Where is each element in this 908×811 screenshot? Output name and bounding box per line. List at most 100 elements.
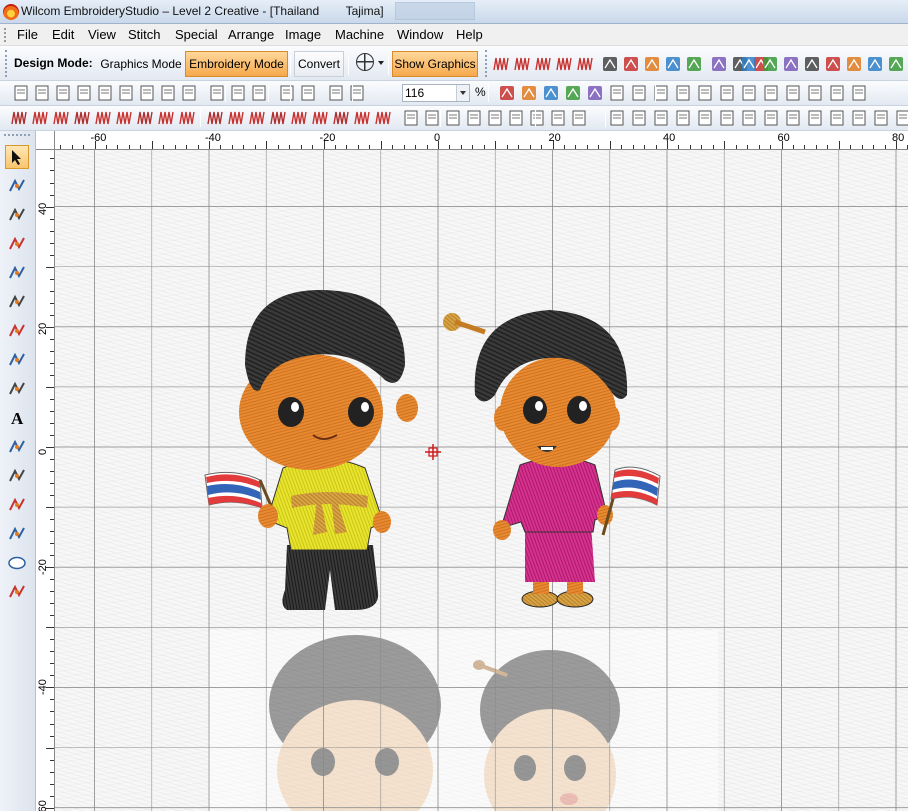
menu-special[interactable]: Special [175, 27, 218, 42]
arrange-icon[interactable] [828, 109, 846, 127]
chevron-down-icon[interactable] [378, 61, 384, 65]
appliqué-icon[interactable] [5, 522, 29, 546]
menu-edit[interactable]: Edit [52, 27, 74, 42]
stitch-type-icon[interactable] [374, 109, 392, 127]
toolbar-tool-icon[interactable] [866, 55, 884, 73]
zoom-icon[interactable] [327, 84, 345, 102]
paste-icon[interactable] [250, 84, 268, 102]
toolbar-tool-icon[interactable] [824, 55, 842, 73]
menu-image[interactable]: Image [285, 27, 321, 42]
needle-icon[interactable] [542, 84, 560, 102]
redo-icon[interactable] [299, 84, 317, 102]
save-icon[interactable] [54, 84, 72, 102]
toolbar-tool-icon[interactable] [534, 55, 552, 73]
arrange-icon[interactable] [674, 109, 692, 127]
badge-icon[interactable] [5, 464, 29, 488]
column-line-icon[interactable] [5, 348, 29, 372]
zoom-combo[interactable] [402, 84, 470, 102]
toolbar-tool-icon[interactable] [887, 55, 905, 73]
arrange-icon[interactable] [630, 109, 648, 127]
arrange-icon[interactable] [696, 109, 714, 127]
graphics-mode-button[interactable]: Graphics Mode [98, 51, 184, 77]
measure-icon[interactable] [159, 84, 177, 102]
color-chip-icon[interactable] [850, 84, 868, 102]
stitch-type-icon[interactable] [227, 109, 245, 127]
stitch-type-icon[interactable] [507, 109, 525, 127]
stitch-type-icon[interactable] [423, 109, 441, 127]
arrange-icon[interactable] [872, 109, 890, 127]
layers-icon[interactable] [608, 84, 626, 102]
reshape-icon[interactable] [5, 174, 29, 198]
save-as-icon[interactable] [75, 84, 93, 102]
toolbar-tool-icon[interactable] [761, 55, 779, 73]
export-icon[interactable] [180, 84, 198, 102]
toolbar-tool-icon[interactable] [492, 55, 510, 73]
stitch-type-icon[interactable] [31, 109, 49, 127]
toolbar-tool-icon[interactable] [782, 55, 800, 73]
grid-toggle-icon[interactable] [498, 84, 516, 102]
ellipse-icon[interactable] [5, 551, 29, 575]
toolbar-tool-icon[interactable] [622, 55, 640, 73]
arrange-icon[interactable] [894, 109, 908, 127]
run-line-icon[interactable] [5, 319, 29, 343]
color-chip-icon[interactable] [828, 84, 846, 102]
menu-machine[interactable]: Machine [335, 27, 384, 42]
stitch-type-icon[interactable] [94, 109, 112, 127]
stitch-type-icon[interactable] [73, 109, 91, 127]
stitch-type-icon[interactable] [353, 109, 371, 127]
show-graphics-button[interactable]: Show Graphics [392, 51, 478, 77]
stitch-type-icon[interactable] [10, 109, 28, 127]
menu-stitch[interactable]: Stitch [128, 27, 161, 42]
find-icon[interactable] [138, 84, 156, 102]
lettering-icon[interactable]: A [5, 406, 29, 430]
toolbar-tool-icon[interactable] [803, 55, 821, 73]
new-file-icon[interactable] [12, 84, 30, 102]
align-icon[interactable] [696, 84, 714, 102]
girl-embroidery[interactable] [443, 310, 661, 608]
design-canvas[interactable] [55, 150, 908, 811]
convert-button[interactable]: Convert [294, 51, 344, 77]
menu-view[interactable]: View [88, 27, 116, 42]
stitch-type-icon[interactable] [157, 109, 175, 127]
toolbar-tool-icon[interactable] [845, 55, 863, 73]
align-icon[interactable] [718, 84, 736, 102]
align-icon[interactable] [740, 84, 758, 102]
align-icon[interactable] [806, 84, 824, 102]
zoom-search-icon[interactable] [348, 84, 366, 102]
stitch-type-icon[interactable] [332, 109, 350, 127]
toolbar-tool-icon[interactable] [643, 55, 661, 73]
toolbar-tool-icon[interactable] [710, 55, 728, 73]
arrange-icon[interactable] [740, 109, 758, 127]
arrange-icon[interactable] [850, 109, 868, 127]
align-icon[interactable] [762, 84, 780, 102]
stitch-type-icon[interactable] [290, 109, 308, 127]
reshape-nodes-icon[interactable] [5, 290, 29, 314]
stitch-type-icon[interactable] [444, 109, 462, 127]
wilcom-flame-icon[interactable] [3, 4, 19, 20]
arrange-icon[interactable] [762, 109, 780, 127]
select-object-icon[interactable] [5, 145, 29, 169]
menu-arrange[interactable]: Arrange [228, 27, 274, 42]
arc-icon[interactable] [5, 377, 29, 401]
stitch-type-icon[interactable] [528, 109, 546, 127]
stitch-type-icon[interactable] [115, 109, 133, 127]
stitch-type-icon[interactable] [402, 109, 420, 127]
stitch-type-icon[interactable] [269, 109, 287, 127]
open-folder-icon[interactable] [33, 84, 51, 102]
arrange-icon[interactable] [652, 109, 670, 127]
stitch-type-icon[interactable] [570, 109, 588, 127]
globe-icon[interactable] [356, 53, 374, 71]
align-icon[interactable] [630, 84, 648, 102]
arrange-icon[interactable] [806, 109, 824, 127]
stitch-type-icon[interactable] [178, 109, 196, 127]
digitize-open-object-icon[interactable] [5, 203, 29, 227]
boy-embroidery[interactable] [204, 290, 418, 610]
stitch-type-icon[interactable] [311, 109, 329, 127]
stitch-type-icon[interactable] [206, 109, 224, 127]
cut-icon[interactable] [208, 84, 226, 102]
zoom-input[interactable] [403, 85, 457, 101]
toolbar-tool-icon[interactable] [513, 55, 531, 73]
copy-icon[interactable] [229, 84, 247, 102]
undo-icon[interactable] [278, 84, 296, 102]
toolbar-tool-icon[interactable] [664, 55, 682, 73]
